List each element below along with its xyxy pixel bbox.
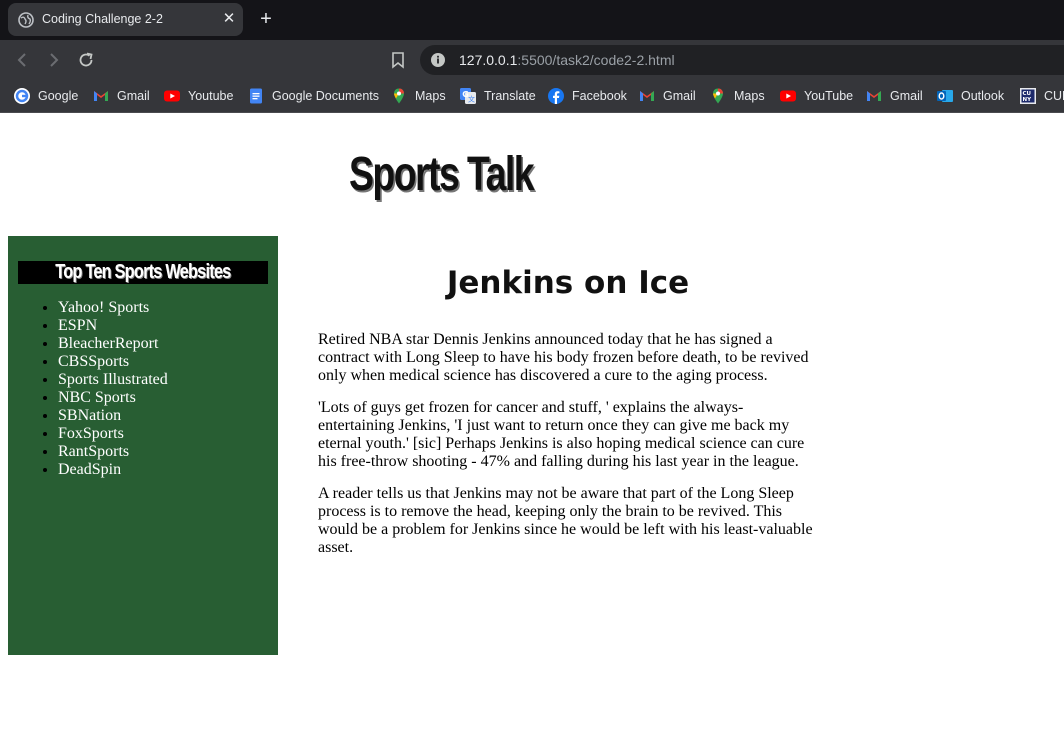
article-body: Retired NBA star Dennis Jenkins announce… (318, 331, 818, 571)
list-item: NBC Sports (58, 389, 168, 407)
url-text[interactable]: 127.0.0.1:5500/task2/code2-2.html (459, 52, 675, 68)
bookmark-label: Maps (415, 89, 446, 103)
back-arrow-icon[interactable] (12, 50, 32, 70)
tab-strip: Coding Challenge 2-2 ✕ + (0, 0, 1064, 40)
list-item: SBNation (58, 407, 168, 425)
sports-link[interactable]: Yahoo! Sports (58, 299, 149, 316)
bookmark-outlook[interactable]: Outlook (937, 80, 1004, 112)
list-item: DeadSpin (58, 461, 168, 479)
list-item: Yahoo! Sports (58, 299, 168, 317)
reload-icon[interactable] (76, 50, 96, 70)
list-item: ESPN (58, 317, 168, 335)
tab-title: Coding Challenge 2-2 (42, 12, 163, 26)
new-tab-button[interactable]: + (256, 9, 276, 30)
address-bar[interactable]: 127.0.0.1:5500/task2/code2-2.html (420, 45, 1064, 75)
site-info-icon[interactable] (430, 52, 446, 68)
bookmark-label: Google Documents (272, 89, 380, 103)
url-path: :5500/task2/code2-2.html (517, 52, 675, 68)
bookmark-google-documents[interactable]: Google Documents (248, 80, 379, 112)
translate-icon: G文 (460, 88, 476, 104)
active-tab[interactable]: Coding Challenge 2-2 ✕ (8, 3, 243, 36)
article-paragraph: Retired NBA star Dennis Jenkins announce… (318, 331, 809, 384)
facebook-icon (548, 88, 564, 104)
bookmark-label: Gmail (663, 89, 696, 103)
article-paragraph: 'Lots of guys get frozen for cancer and … (318, 399, 805, 470)
sports-link[interactable]: RantSports (58, 443, 129, 460)
site-title: Sports Talk (349, 148, 535, 201)
maps-icon (394, 88, 404, 104)
bookmark-label: CUNY (1044, 89, 1064, 103)
bookmark-google[interactable]: Google (14, 80, 78, 112)
article-paragraph: A reader tells us that Jenkins may not b… (318, 485, 813, 556)
list-item: Sports Illustrated (58, 371, 168, 389)
url-host: 127.0.0.1 (459, 52, 518, 68)
close-tab-icon[interactable]: ✕ (221, 11, 237, 27)
bookmark-facebook[interactable]: Facebook (548, 80, 627, 112)
list-item: RantSports (58, 443, 168, 461)
list-item: BleacherReport (58, 335, 168, 353)
bookmark-youtube[interactable]: Youtube (164, 80, 233, 112)
cuny-icon: CUNY (1020, 88, 1036, 104)
bookmark-cuny[interactable]: CUNY CUNY (1020, 80, 1064, 112)
sports-link[interactable]: DeadSpin (58, 461, 121, 478)
sports-link[interactable]: Sports Illustrated (58, 371, 168, 388)
sports-link[interactable]: NBC Sports (58, 389, 136, 406)
maps-icon (713, 88, 723, 104)
bookmark-label: Youtube (188, 89, 234, 103)
list-item: FoxSports (58, 425, 168, 443)
bookmark-maps[interactable]: Maps (391, 80, 446, 112)
bookmark-label: Gmail (890, 89, 923, 103)
bookmarks-bar: Google Gmail Youtube Google Documents Ma… (0, 80, 1064, 113)
sports-links-list: Yahoo! Sports ESPN BleacherReport CBSSpo… (18, 299, 168, 479)
bookmark-label: Google (38, 89, 79, 103)
bookmark-label: Facebook (572, 89, 627, 103)
docs-icon (250, 88, 262, 104)
sports-link[interactable]: BleacherReport (58, 335, 158, 352)
sports-link[interactable]: SBNation (58, 407, 121, 424)
youtube-icon (164, 90, 180, 102)
bookmark-label: Outlook (961, 89, 1005, 103)
svg-text:文: 文 (468, 95, 475, 104)
sidebar: Top Ten Sports Websites Yahoo! Sports ES… (8, 236, 278, 655)
google-icon (14, 88, 30, 104)
article-title: Jenkins on Ice (446, 265, 690, 301)
sports-link[interactable]: CBSSports (58, 353, 129, 370)
list-item: CBSSports (58, 353, 168, 371)
sidebar-heading: Top Ten Sports Websites (18, 261, 268, 284)
bookmark-label: Translate (484, 89, 536, 103)
bookmark-label: Maps (734, 89, 765, 103)
gmail-icon (640, 91, 654, 101)
sports-link[interactable]: FoxSports (58, 425, 124, 442)
bookmark-youtube[interactable]: YouTube (780, 80, 853, 112)
bookmark-label: YouTube (804, 89, 854, 103)
gmail-icon (94, 91, 108, 101)
svg-text:NY: NY (1023, 97, 1033, 103)
gmail-icon (867, 91, 881, 101)
web-page: Sports Talk Top Ten Sports Websites Yaho… (0, 113, 1064, 751)
sidebar-heading-text: Top Ten Sports Websites (55, 261, 231, 283)
forward-arrow-icon[interactable] (44, 50, 64, 70)
bookmark-page-icon[interactable] (390, 51, 406, 69)
bookmark-label: Gmail (117, 89, 150, 103)
bookmark-gmail[interactable]: Gmail (93, 80, 150, 112)
bookmark-gmail[interactable]: Gmail (639, 80, 696, 112)
bookmark-maps[interactable]: Maps (710, 80, 765, 112)
bookmark-gmail[interactable]: Gmail (866, 80, 923, 112)
bookmark-translate[interactable]: G文 Translate (460, 80, 536, 112)
browser-toolbar: 127.0.0.1:5500/task2/code2-2.html (0, 40, 1064, 80)
sports-link[interactable]: ESPN (58, 317, 97, 334)
globe-icon (18, 12, 34, 28)
outlook-icon (937, 90, 953, 102)
youtube-icon (780, 90, 796, 102)
